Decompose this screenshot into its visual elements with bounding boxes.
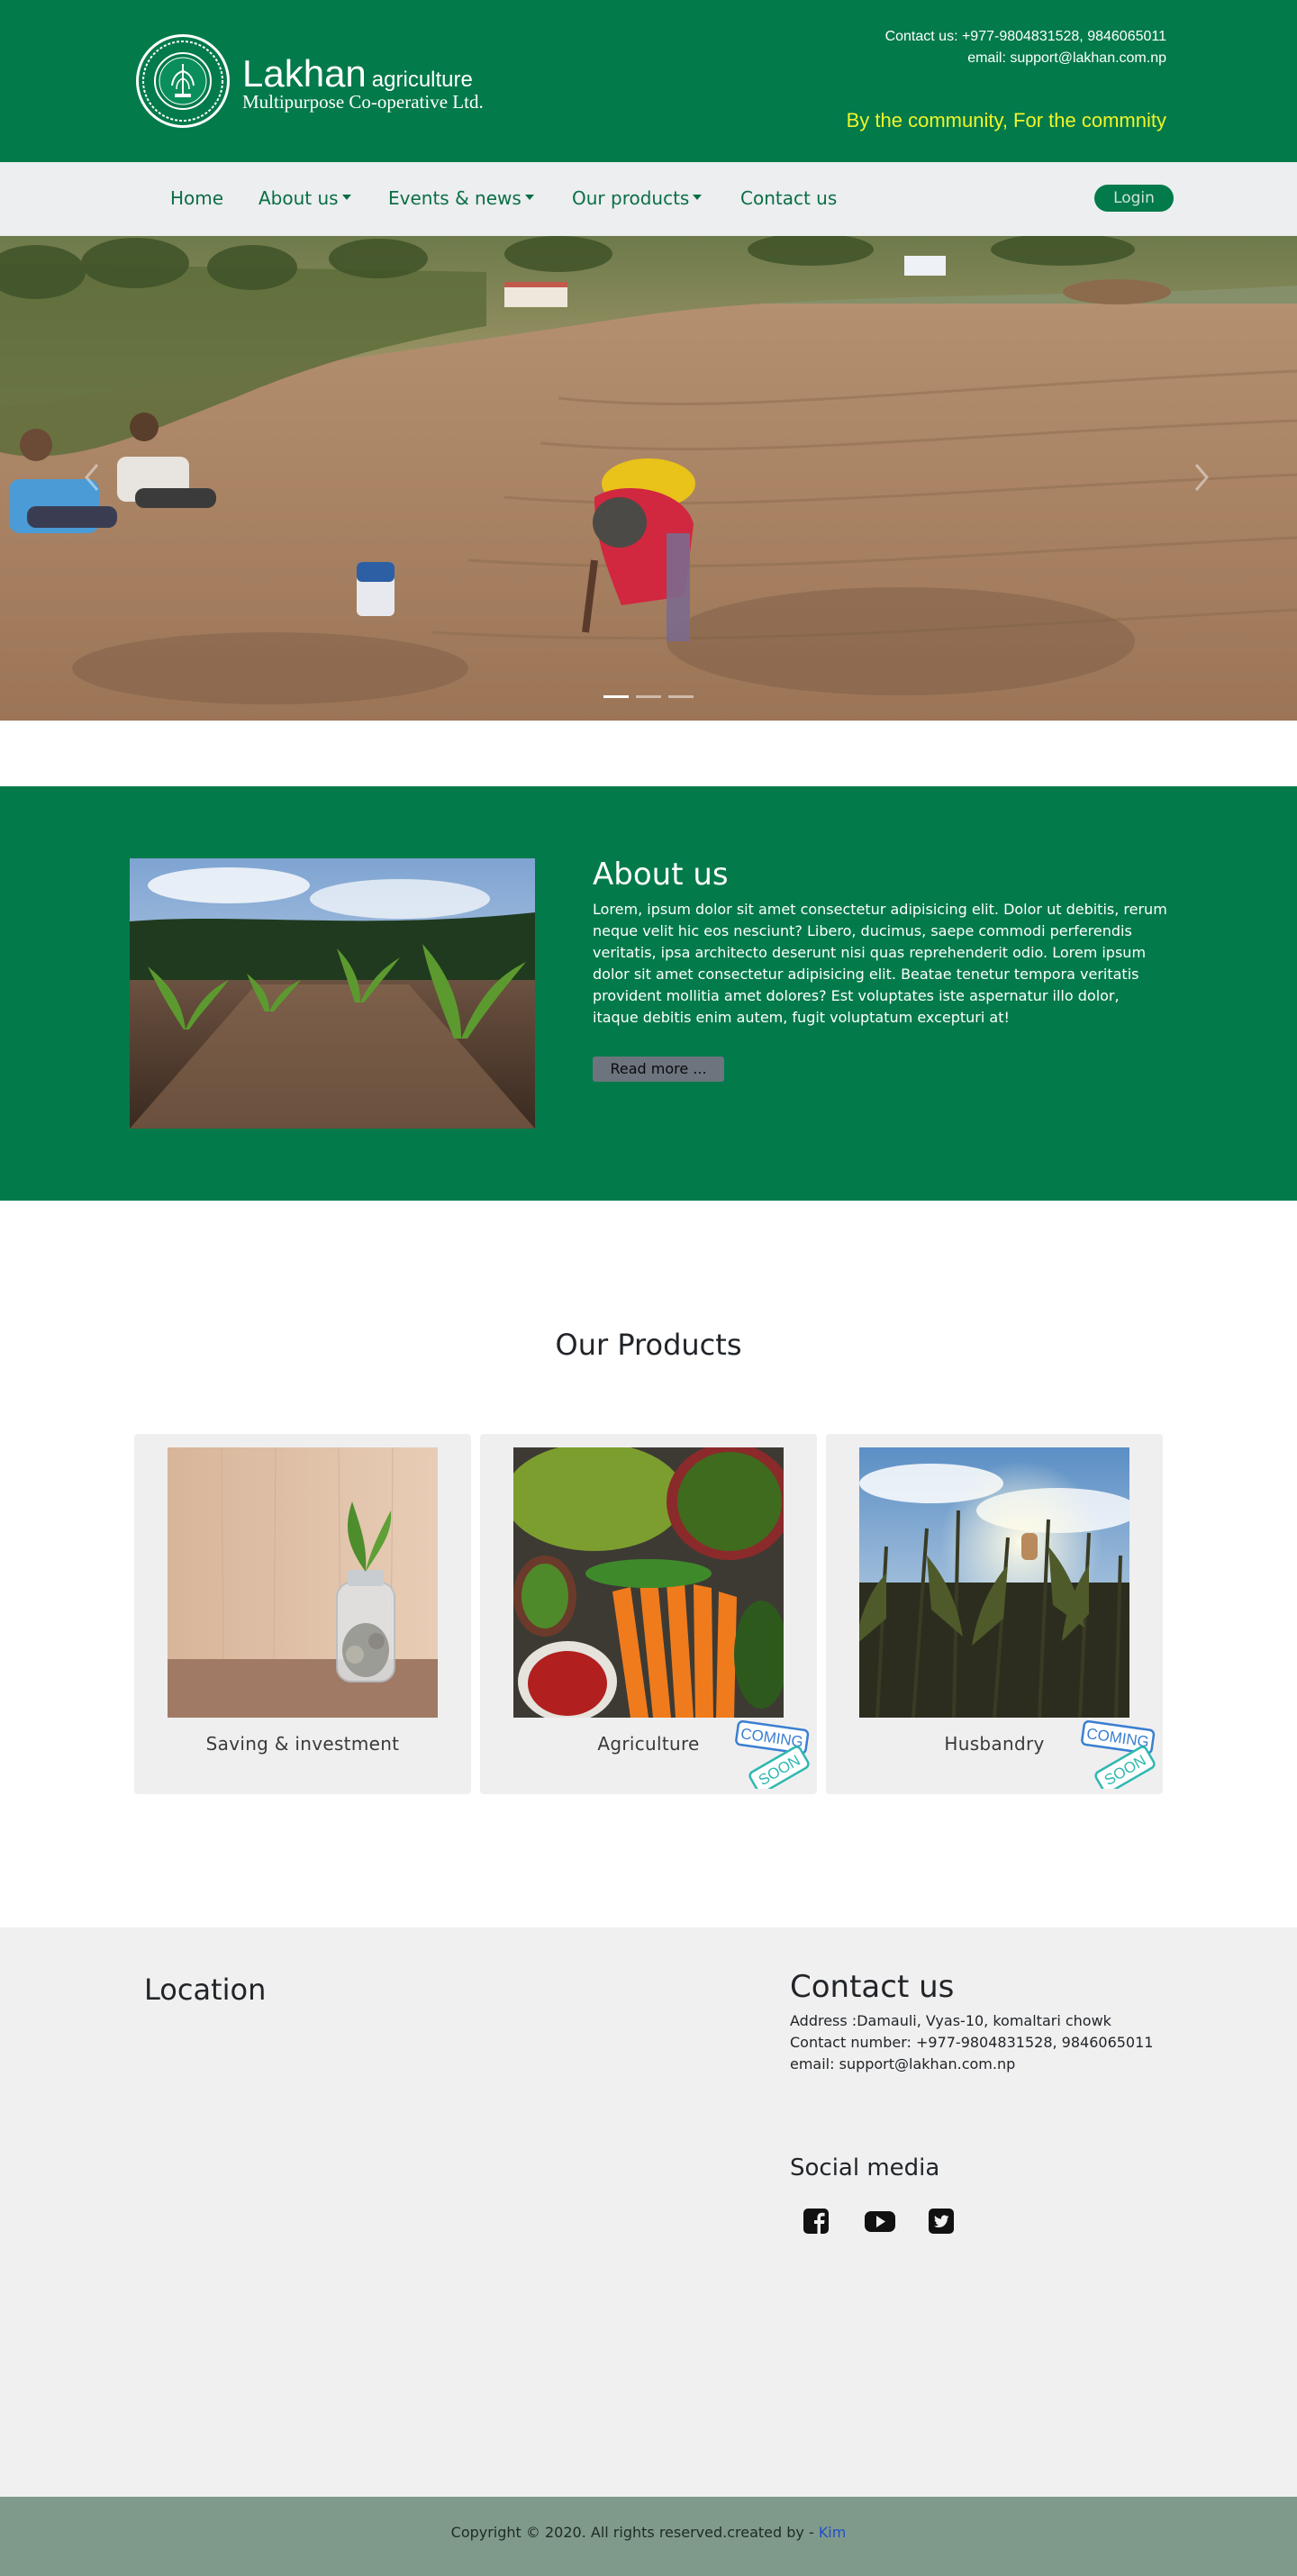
dropdown-caret-icon	[693, 194, 703, 200]
nav-about-us-label: About us	[258, 187, 339, 209]
product-card-agriculture[interactable]: Agriculture COMING SOON	[480, 1434, 817, 1794]
read-more-button[interactable]: Read more ...	[593, 1057, 724, 1082]
header-contact-phone: Contact us: +977-9804831528, 9846065011	[884, 29, 1166, 44]
dropdown-caret-icon	[341, 194, 351, 200]
cooperative-logo[interactable]	[136, 34, 230, 128]
nav-home[interactable]: Home	[170, 187, 223, 209]
carousel-indicator-1[interactable]	[603, 695, 629, 698]
carousel-next-button[interactable]	[1191, 459, 1212, 495]
brand-title[interactable]: Lakhan agriculture	[242, 52, 473, 95]
facebook-icon[interactable]	[802, 2207, 830, 2236]
youtube-icon[interactable]	[864, 2207, 896, 2236]
footer-email: email: support@lakhan.com.np	[790, 2055, 1016, 2073]
coming-soon-badge: COMING SOON	[1080, 1719, 1157, 1794]
carousel-prev-button[interactable]	[81, 459, 103, 495]
twitter-icon[interactable]	[927, 2207, 956, 2236]
brand-name: Lakhan	[242, 52, 367, 95]
about-description: Lorem, ipsum dolor sit amet consectetur …	[593, 901, 1167, 1026]
carousel-indicator-2[interactable]	[636, 695, 661, 698]
carousel-indicator-3[interactable]	[668, 695, 694, 698]
products-title: Our Products	[555, 1328, 742, 1362]
nav-contact-us-label: Contact us	[740, 187, 838, 209]
coming-soon-badge: COMING SOON	[734, 1719, 812, 1794]
brand-suffix: agriculture	[371, 68, 473, 92]
brand-tagline: Multipurpose Co-operative Ltd.	[242, 91, 484, 113]
footer-address: Address :Damauli, Vyas-10, komaltari cho…	[790, 2012, 1111, 2029]
author-link[interactable]: Kim	[819, 2524, 847, 2541]
about-title: About us	[593, 857, 729, 893]
product-card-saving[interactable]: Saving & investment	[134, 1434, 471, 1794]
login-button[interactable]: Login	[1094, 185, 1174, 212]
location-title: Location	[144, 1973, 267, 2007]
dropdown-caret-icon	[524, 194, 534, 200]
about-section: About us Lorem, ipsum dolor sit amet con…	[0, 786, 1297, 1201]
nav-contact-us[interactable]: Contact us	[740, 187, 837, 209]
site-header: Lakhan agriculture Multipurpose Co-operat…	[0, 0, 1297, 162]
about-image-corn-field	[130, 858, 535, 1129]
hero-carousel	[0, 236, 1297, 721]
nav-events-news[interactable]: Events & news	[388, 187, 534, 209]
main-navbar: Home About us Events & news Our products…	[0, 162, 1297, 236]
site-footer: Location Contact us Address :Damauli, Vy…	[0, 1927, 1297, 2497]
product-card-husbandry[interactable]: Husbandry COMING SOON	[826, 1434, 1163, 1794]
product-image-saving	[168, 1447, 438, 1718]
product-image-husbandry	[859, 1447, 1129, 1718]
nav-our-products[interactable]: Our products	[572, 187, 703, 209]
footer-contact-title: Contact us	[790, 1969, 955, 2005]
header-slogan: By the community, For the commnity	[846, 109, 1166, 132]
footer-contact-number: Contact number: +977-9804831528, 9846065…	[790, 2034, 1154, 2051]
product-label: Saving & investment	[205, 1733, 400, 1755]
copyright-bar: Copyright © 2020. All rights reserved.cr…	[0, 2497, 1297, 2576]
nav-events-news-label: Events & news	[388, 187, 522, 209]
chevron-left-icon	[85, 464, 99, 491]
copyright-prefix: Copyright © 2020. All rights reserved.cr…	[450, 2524, 819, 2541]
nav-home-label: Home	[170, 187, 224, 209]
header-contact-email: email: support@lakhan.com.np	[967, 50, 1166, 66]
nav-our-products-label: Our products	[572, 187, 690, 209]
product-image-agriculture	[513, 1447, 784, 1718]
copyright-text: Copyright © 2020. All rights reserved.cr…	[0, 2524, 1297, 2541]
nav-about-us[interactable]: About us	[258, 187, 351, 209]
chevron-right-icon	[1194, 464, 1209, 491]
social-media-title: Social media	[790, 2154, 940, 2181]
hero-slide-image	[0, 236, 1297, 721]
